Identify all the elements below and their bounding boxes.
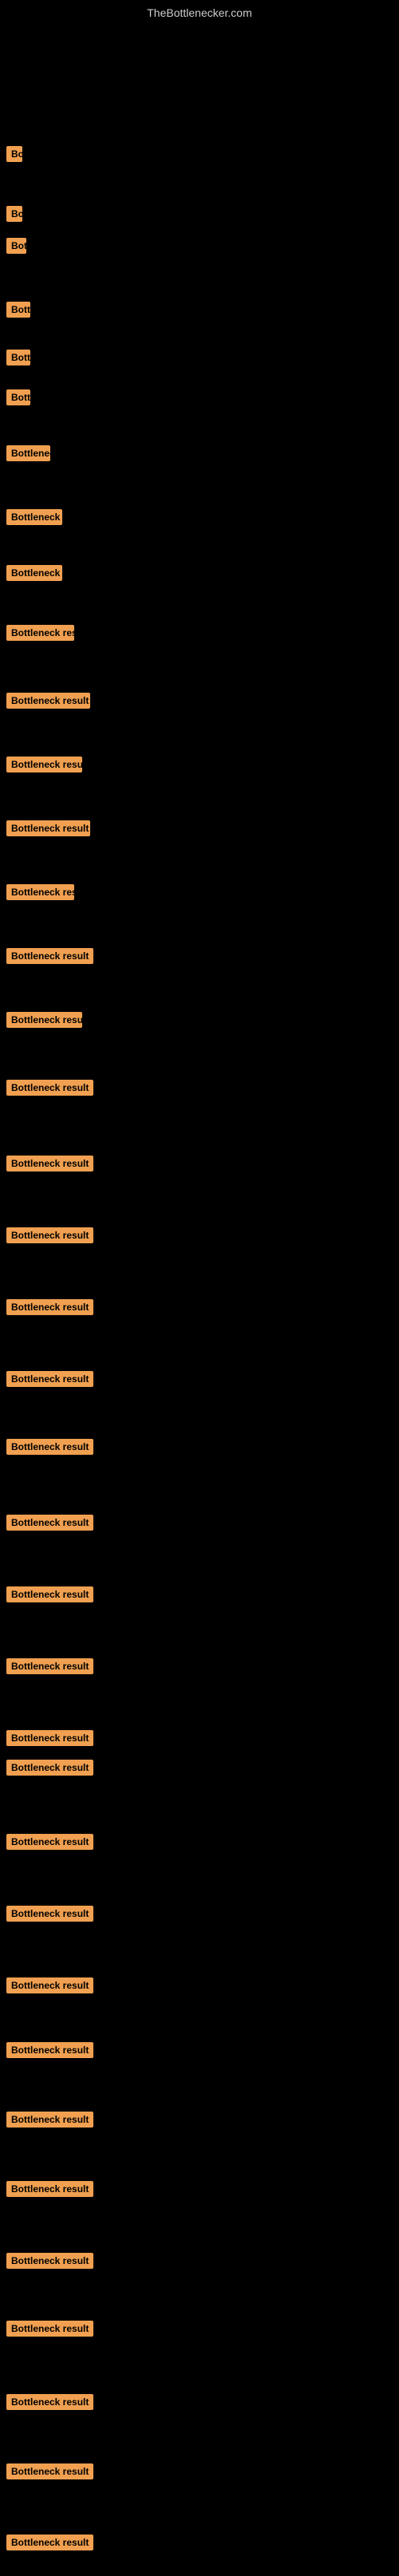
result-row: Bottleneck result <box>6 509 62 529</box>
bottleneck-result-label: Bottleneck result <box>6 1227 93 1243</box>
bottleneck-result-label: Bottleneck result <box>6 1371 93 1387</box>
result-row: Bottleneck result <box>6 1371 93 1391</box>
bottleneck-result-label: Bottleneck result <box>6 1012 82 1028</box>
result-row: Bottleneck result <box>6 1906 93 1926</box>
result-row: Bottleneck result <box>6 693 90 713</box>
bottleneck-result-label: Bottleneck result <box>6 625 74 641</box>
bottleneck-result-label: Bottleneck result <box>6 884 74 900</box>
result-row: Bottleneck result <box>6 2535 93 2554</box>
bottleneck-result-label: Bottleneck result <box>6 445 50 461</box>
result-row: Bottleneck result <box>6 2112 93 2132</box>
result-row: Bottleneck result <box>6 146 22 166</box>
result-row: Bottleneck result <box>6 1730 93 1750</box>
result-row: Bottleneck result <box>6 302 30 322</box>
bottleneck-result-label: Bottleneck result <box>6 2535 93 2550</box>
bottleneck-result-label: Bottleneck result <box>6 1156 93 1171</box>
bottleneck-result-label: Bottleneck result <box>6 2394 93 2410</box>
bottleneck-result-label: Bottleneck result <box>6 146 22 162</box>
result-row: Bottleneck result <box>6 884 74 904</box>
bottleneck-result-label: Bottleneck result <box>6 1906 93 1922</box>
result-row: Bottleneck result <box>6 1080 93 1100</box>
result-row: Bottleneck result <box>6 820 90 840</box>
bottleneck-result-label: Bottleneck result <box>6 1658 93 1674</box>
bottleneck-result-label: Bottleneck result <box>6 820 90 836</box>
result-row: Bottleneck result <box>6 1156 93 1175</box>
result-row: Bottleneck result <box>6 350 30 369</box>
bottleneck-result-label: Bottleneck result <box>6 757 82 772</box>
result-row: Bottleneck result <box>6 2181 93 2201</box>
bottleneck-result-label: Bottleneck result <box>6 2321 93 2337</box>
result-row: Bottleneck result <box>6 1760 93 1780</box>
bottleneck-result-label: Bottleneck result <box>6 302 30 318</box>
result-row: Bottleneck result <box>6 2321 93 2341</box>
bottleneck-result-label: Bottleneck result <box>6 509 62 525</box>
bottleneck-result-label: Bottleneck result <box>6 2253 93 2269</box>
bottleneck-result-label: Bottleneck result <box>6 1515 93 1531</box>
result-row: Bottleneck result <box>6 1977 93 1997</box>
result-row: Bottleneck result <box>6 2394 93 2414</box>
result-row: Bottleneck result <box>6 1586 93 1606</box>
result-row: Bottleneck result <box>6 445 50 465</box>
bottleneck-result-label: Bottleneck result <box>6 1977 93 1993</box>
result-row: Bottleneck result <box>6 238 26 258</box>
bottleneck-result-label: Bottleneck result <box>6 2112 93 2128</box>
bottleneck-result-label: Bottleneck result <box>6 2042 93 2058</box>
bottleneck-result-label: Bottleneck result <box>6 389 30 405</box>
result-row: Bottleneck result <box>6 757 82 776</box>
bottleneck-result-label: Bottleneck result <box>6 2463 93 2479</box>
result-row: Bottleneck result <box>6 948 93 968</box>
bottleneck-result-label: Bottleneck result <box>6 1080 93 1096</box>
result-row: Bottleneck result <box>6 1227 93 1247</box>
result-row: Bottleneck result <box>6 1658 93 1678</box>
result-row: Bottleneck result <box>6 2253 93 2273</box>
bottleneck-result-label: Bottleneck result <box>6 1439 93 1455</box>
result-row: Bottleneck result <box>6 389 30 409</box>
bottleneck-result-label: Bottleneck result <box>6 238 26 254</box>
result-row: Bottleneck result <box>6 1012 82 1032</box>
bottleneck-result-label: Bottleneck result <box>6 350 30 365</box>
bottleneck-result-label: Bottleneck result <box>6 206 22 222</box>
result-row: Bottleneck result <box>6 1439 93 1459</box>
bottleneck-result-label: Bottleneck result <box>6 1760 93 1776</box>
bottleneck-result-label: Bottleneck result <box>6 948 93 964</box>
bottleneck-result-label: Bottleneck result <box>6 1730 93 1746</box>
bottleneck-result-label: Bottleneck result <box>6 693 90 709</box>
result-row: Bottleneck result <box>6 565 62 585</box>
result-row: Bottleneck result <box>6 625 74 645</box>
bottleneck-result-label: Bottleneck result <box>6 1586 93 1602</box>
result-row: Bottleneck result <box>6 2463 93 2483</box>
result-row: Bottleneck result <box>6 1299 93 1319</box>
bottleneck-result-label: Bottleneck result <box>6 565 62 581</box>
bottleneck-result-label: Bottleneck result <box>6 1834 93 1850</box>
result-row: Bottleneck result <box>6 1834 93 1854</box>
result-row: Bottleneck result <box>6 2042 93 2062</box>
site-title: TheBottlenecker.com <box>0 0 399 22</box>
bottleneck-result-label: Bottleneck result <box>6 2181 93 2197</box>
bottleneck-result-label: Bottleneck result <box>6 1299 93 1315</box>
result-row: Bottleneck result <box>6 206 22 226</box>
result-row: Bottleneck result <box>6 1515 93 1535</box>
